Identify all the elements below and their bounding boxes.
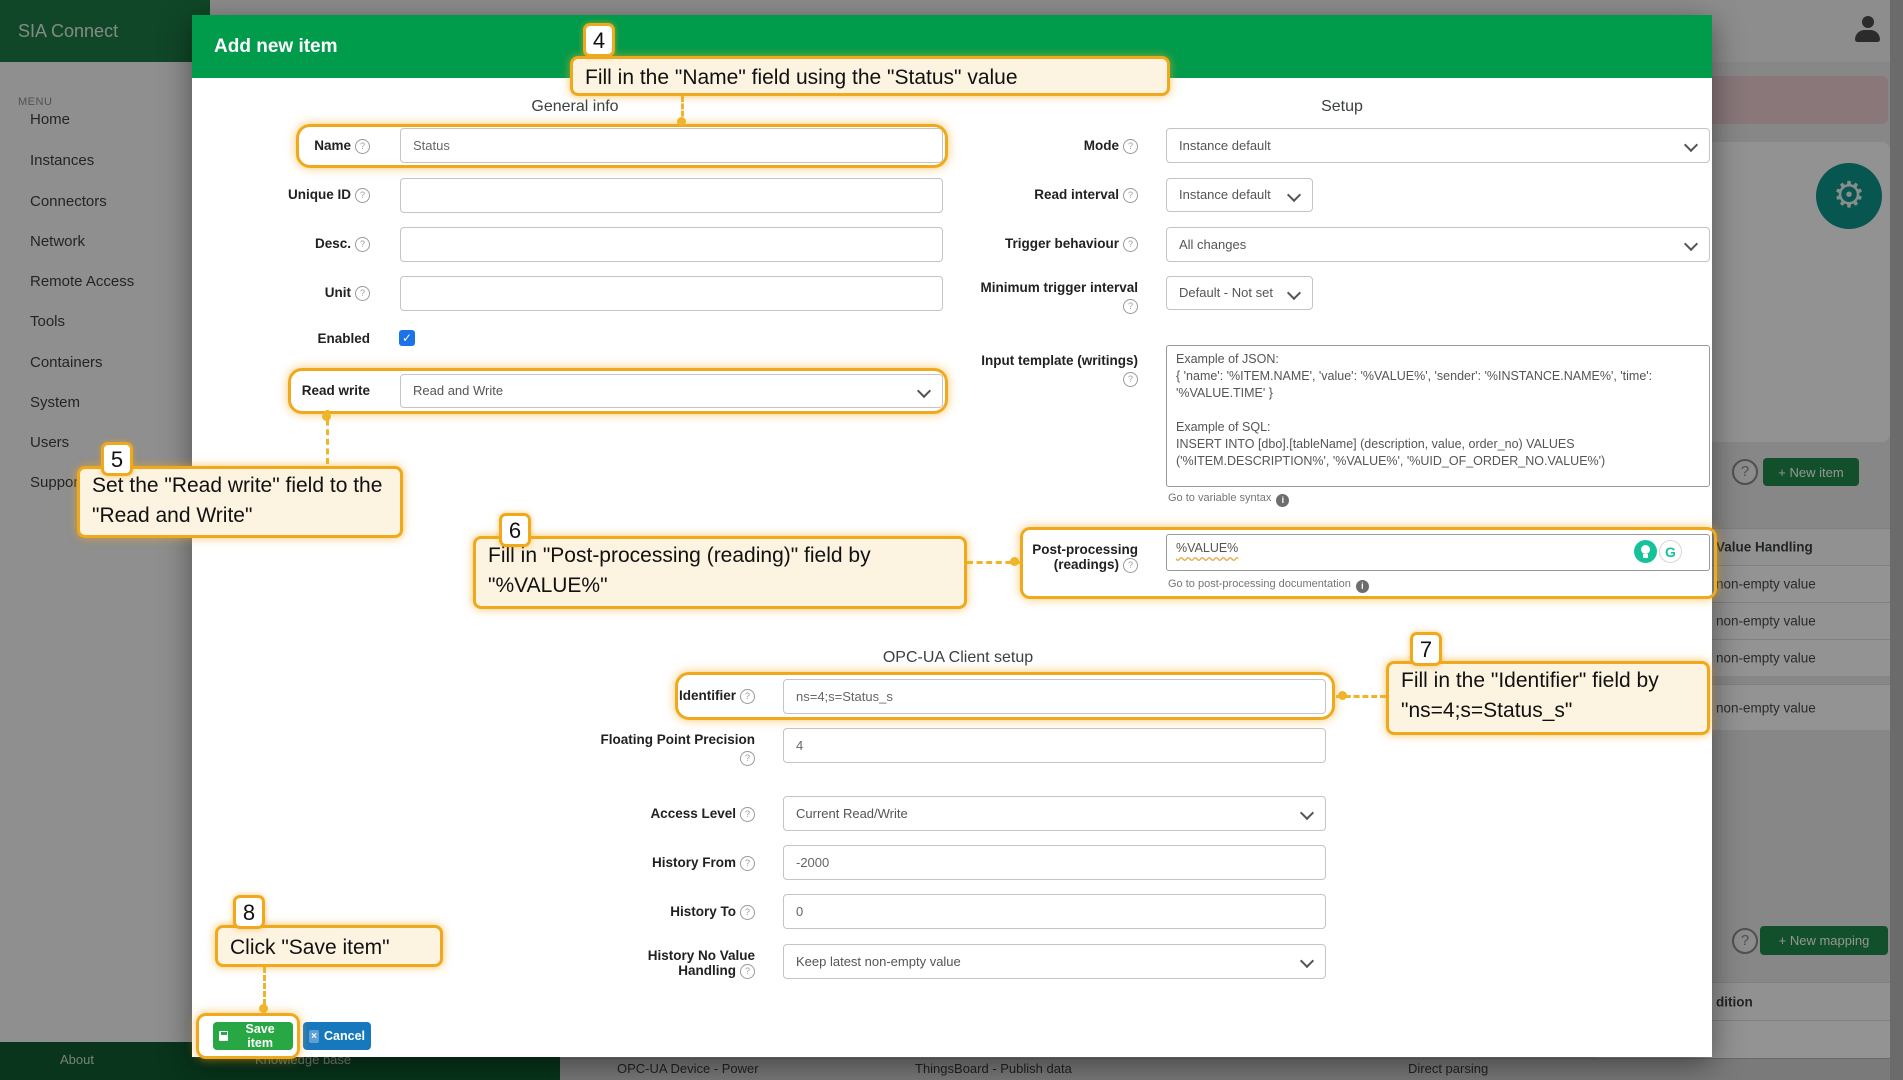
help-icon[interactable]: ? xyxy=(740,751,755,766)
floating-point-precision-label: Floating Point Precision? xyxy=(535,732,755,766)
desc-input[interactable] xyxy=(400,227,943,262)
help-icon[interactable]: ? xyxy=(1123,237,1138,252)
name-input[interactable] xyxy=(400,128,943,163)
dialog-title: Add new item xyxy=(192,15,1712,78)
desc-label: Desc.? xyxy=(220,236,370,252)
mode-label: Mode? xyxy=(918,138,1138,154)
help-icon[interactable]: ? xyxy=(740,807,755,822)
enabled-label: Enabled xyxy=(220,331,370,346)
post-processing-label: Post-processing(readings)? xyxy=(918,542,1138,573)
chevron-down-icon xyxy=(1684,237,1698,251)
chevron-down-icon xyxy=(1684,138,1698,152)
history-from-input[interactable] xyxy=(783,845,1326,880)
help-icon[interactable]: ? xyxy=(355,139,370,154)
help-icon[interactable]: ? xyxy=(355,188,370,203)
read-interval-label: Read interval? xyxy=(918,187,1138,203)
variable-syntax-link[interactable]: Go to variable syntaxi xyxy=(1168,492,1289,507)
mode-select[interactable]: Instance default xyxy=(1166,128,1710,163)
read-interval-select[interactable]: Instance default xyxy=(1166,178,1313,212)
help-icon[interactable]: ? xyxy=(355,286,370,301)
history-to-label: History To? xyxy=(535,904,755,920)
help-icon[interactable]: ? xyxy=(740,964,755,979)
setup-title: Setup xyxy=(1192,98,1492,116)
help-icon[interactable]: ? xyxy=(355,237,370,252)
enabled-checkbox[interactable]: ✓ xyxy=(399,330,415,346)
grammarly-suggestion-icon[interactable] xyxy=(1634,540,1657,563)
post-processing-textarea[interactable]: %VALUE% xyxy=(1166,534,1710,571)
input-template-textarea[interactable]: Example of JSON: { 'name': '%ITEM.NAME',… xyxy=(1166,345,1710,487)
unit-label: Unit? xyxy=(220,285,370,301)
help-icon[interactable]: ? xyxy=(740,856,755,871)
trigger-behaviour-select[interactable]: All changes xyxy=(1166,227,1710,262)
history-from-label: History From? xyxy=(535,855,755,871)
help-icon[interactable]: ? xyxy=(1123,139,1138,154)
help-icon[interactable]: ? xyxy=(1123,299,1138,314)
close-icon: × xyxy=(309,1030,319,1043)
save-item-button[interactable]: Save item xyxy=(213,1022,293,1050)
history-no-value-handling-select[interactable]: Keep latest non-empty value xyxy=(783,944,1326,979)
post-processing-doc-link[interactable]: Go to post-processing documentationi xyxy=(1168,578,1369,593)
access-level-label: Access Level? xyxy=(535,806,755,822)
minimum-trigger-interval-label: Minimum trigger interval? xyxy=(918,280,1138,314)
chevron-down-icon xyxy=(1300,954,1314,968)
history-to-input[interactable] xyxy=(783,894,1326,929)
chevron-down-icon xyxy=(1287,188,1301,202)
unique-id-label: Unique ID? xyxy=(220,187,370,203)
trigger-behaviour-label: Trigger behaviour? xyxy=(918,236,1138,252)
access-level-select[interactable]: Current Read/Write xyxy=(783,796,1326,831)
minimum-trigger-interval-select[interactable]: Default - Not set xyxy=(1166,276,1313,310)
unique-id-input[interactable] xyxy=(400,178,943,213)
name-label: Name? xyxy=(220,138,370,154)
info-icon: i xyxy=(1276,494,1289,507)
cancel-button[interactable]: ×Cancel xyxy=(303,1022,371,1050)
general-info-title: General info xyxy=(425,98,725,116)
help-icon[interactable]: ? xyxy=(1123,188,1138,203)
history-no-value-handling-label: History No ValueHandling? xyxy=(535,948,755,979)
help-icon[interactable]: ? xyxy=(740,905,755,920)
grammarly-icon[interactable]: G xyxy=(1659,540,1682,563)
identifier-label: Identifier? xyxy=(535,688,755,704)
identifier-input[interactable] xyxy=(783,679,1326,714)
opcua-section-title: OPC-UA Client setup xyxy=(808,649,1108,667)
help-icon[interactable]: ? xyxy=(1123,372,1138,387)
chevron-down-icon xyxy=(1300,806,1314,820)
read-write-label: Read write xyxy=(220,383,370,398)
read-write-select[interactable]: Read and Write xyxy=(400,374,943,408)
chevron-down-icon xyxy=(1287,286,1301,300)
floating-point-precision-input[interactable] xyxy=(783,728,1326,763)
floppy-icon xyxy=(219,1031,228,1041)
help-icon[interactable]: ? xyxy=(1123,558,1138,573)
input-template-label: Input template (writings)? xyxy=(918,353,1138,387)
unit-input[interactable] xyxy=(400,276,943,311)
info-icon: i xyxy=(1356,580,1369,593)
help-icon[interactable]: ? xyxy=(740,689,755,704)
